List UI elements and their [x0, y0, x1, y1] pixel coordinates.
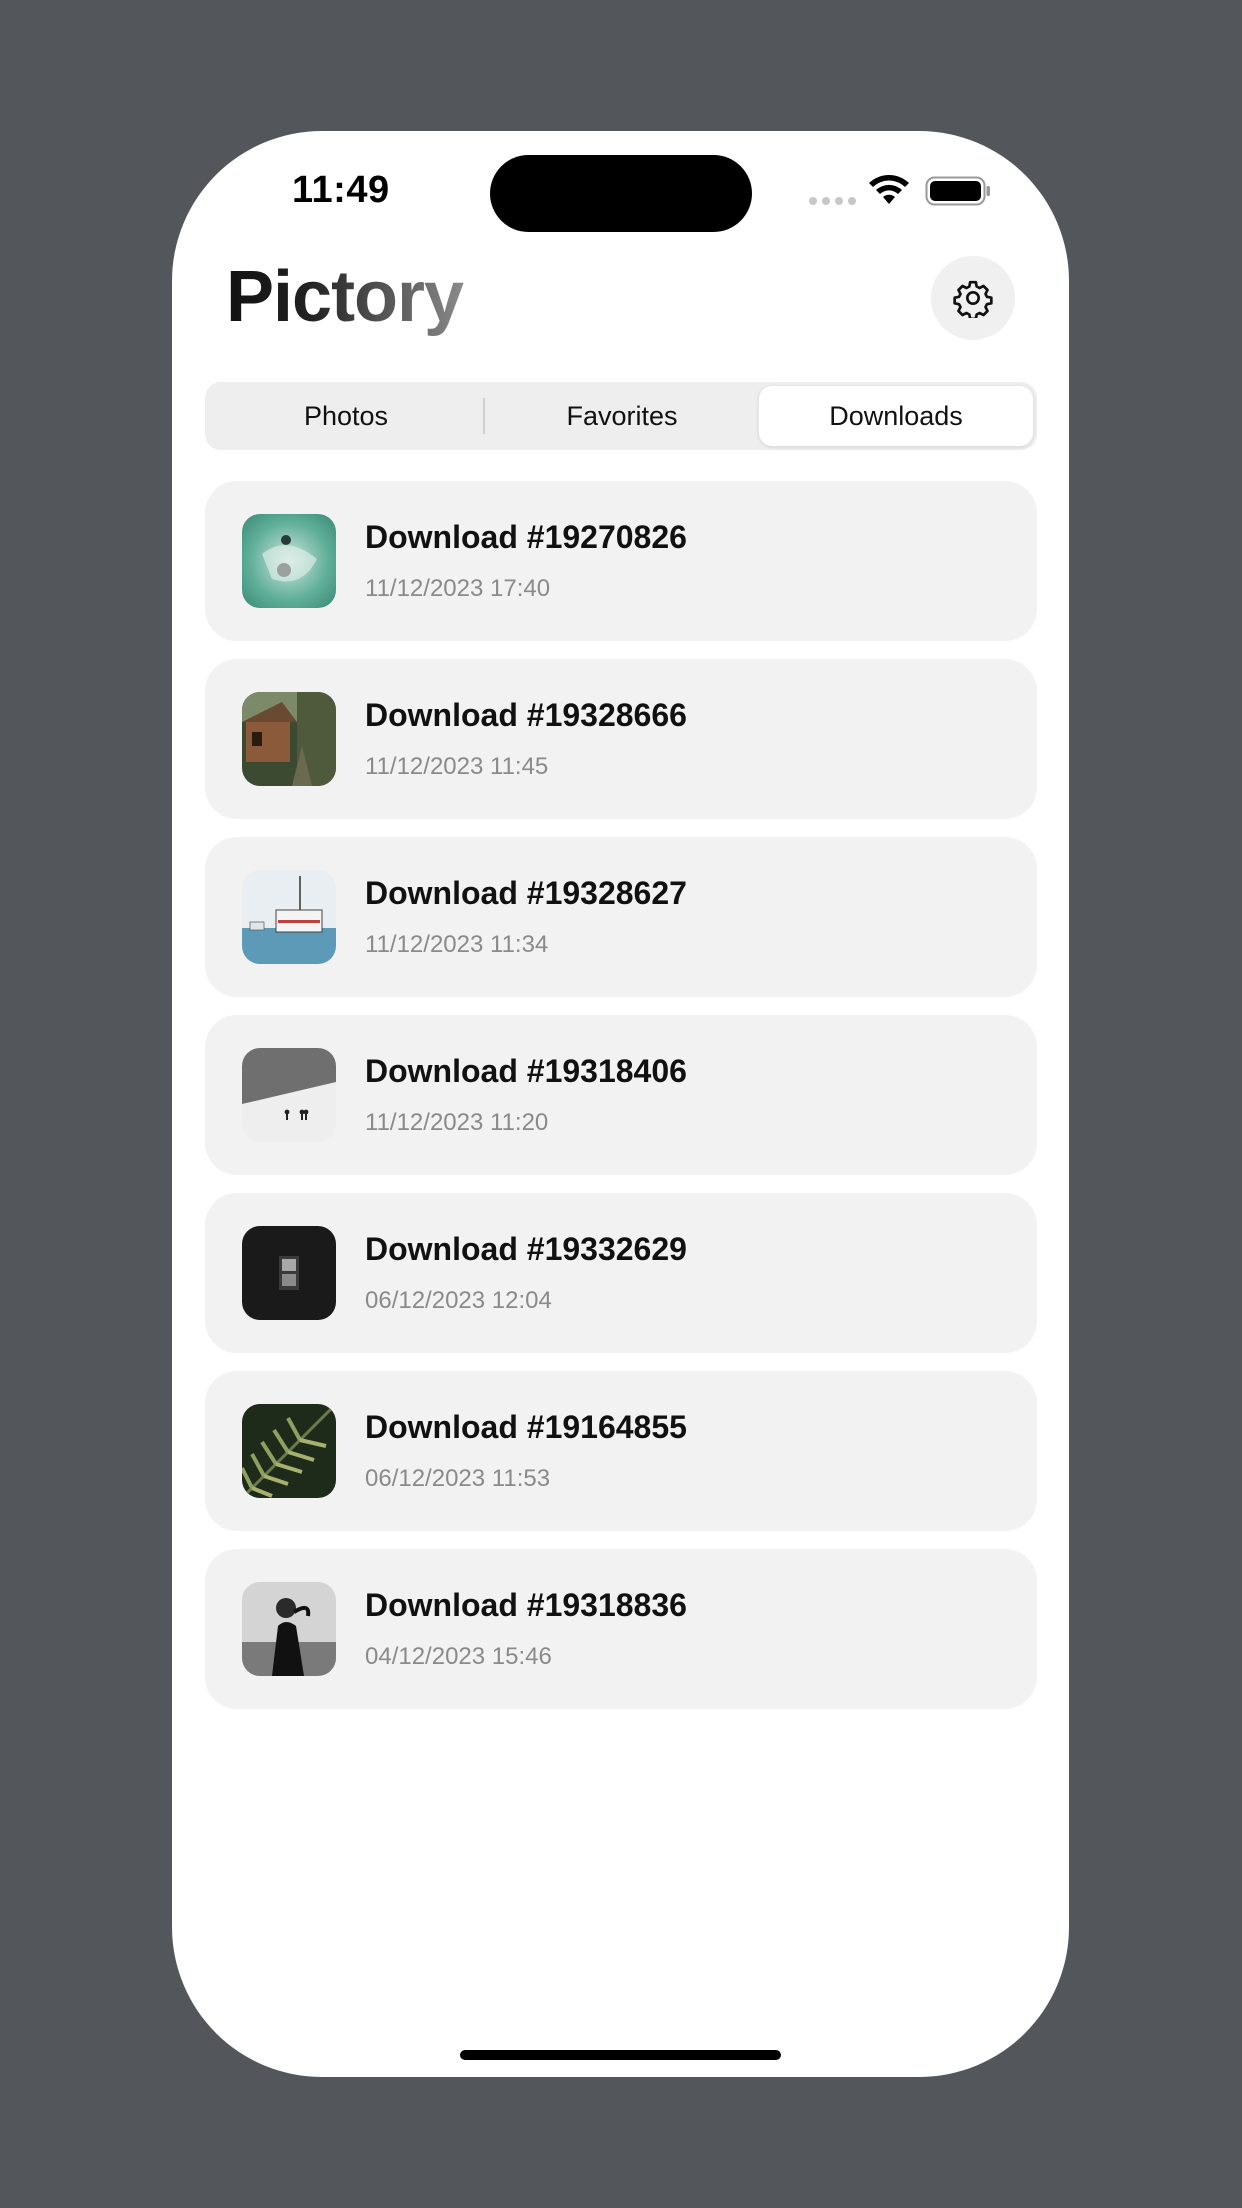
cellular-signal-icon	[809, 197, 856, 205]
download-date: 06/12/2023 11:53	[365, 1465, 551, 1492]
download-row[interactable]: Download #19318836 04/12/2023 15:46	[205, 1549, 1037, 1709]
status-time: 11:49	[292, 169, 390, 211]
tab-favorites[interactable]: Favorites	[485, 386, 759, 446]
download-date: 11/12/2023 11:34	[365, 931, 549, 958]
download-date: 11/12/2023 11:20	[365, 1109, 549, 1136]
download-row[interactable]: Download #19328627 11/12/2023 11:34	[205, 837, 1037, 997]
thumbnail-image	[242, 1582, 336, 1676]
app-title: Pictory	[226, 256, 466, 338]
download-title: Download #19318836	[365, 1587, 687, 1623]
settings-button[interactable]	[931, 256, 1015, 340]
download-row[interactable]: Download #19328666 11/12/2023 11:45	[205, 659, 1037, 819]
download-date: 04/12/2023 15:46	[365, 1643, 552, 1670]
phone-screen: 11:49 Pictory Photos Favorites Downloads	[172, 131, 1069, 2077]
dynamic-island	[490, 155, 752, 232]
thumbnail-image	[242, 1048, 336, 1142]
download-row[interactable]: Download #19332629 06/12/2023 12:04	[205, 1193, 1037, 1353]
home-indicator[interactable]	[460, 2050, 781, 2060]
thumbnail-image	[242, 1404, 336, 1498]
download-title: Download #19318406	[365, 1053, 687, 1089]
tab-photos[interactable]: Photos	[209, 386, 483, 446]
wifi-icon	[869, 175, 909, 204]
thumbnail-image	[242, 692, 336, 786]
download-row[interactable]: Download #19318406 11/12/2023 11:20	[205, 1015, 1037, 1175]
download-title: Download #19164855	[365, 1409, 687, 1445]
download-date: 11/12/2023 17:40	[365, 575, 551, 602]
thumbnail-image	[242, 514, 336, 608]
download-row[interactable]: Download #19164855 06/12/2023 11:53	[205, 1371, 1037, 1531]
download-title: Download #19270826	[365, 519, 687, 555]
thumbnail-image	[242, 1226, 336, 1320]
segmented-control: Photos Favorites Downloads	[205, 382, 1037, 450]
downloads-list: Download #19270826 11/12/2023 17:40 Down…	[205, 481, 1037, 1727]
battery-icon	[925, 176, 990, 206]
gear-icon	[953, 280, 993, 318]
download-title: Download #19332629	[365, 1231, 687, 1267]
download-date: 06/12/2023 12:04	[365, 1287, 552, 1314]
tab-downloads[interactable]: Downloads	[759, 386, 1033, 446]
download-title: Download #19328627	[365, 875, 687, 911]
download-title: Download #19328666	[365, 697, 687, 733]
download-date: 11/12/2023 11:45	[365, 753, 549, 780]
thumbnail-image	[242, 870, 336, 964]
download-row[interactable]: Download #19270826 11/12/2023 17:40	[205, 481, 1037, 641]
